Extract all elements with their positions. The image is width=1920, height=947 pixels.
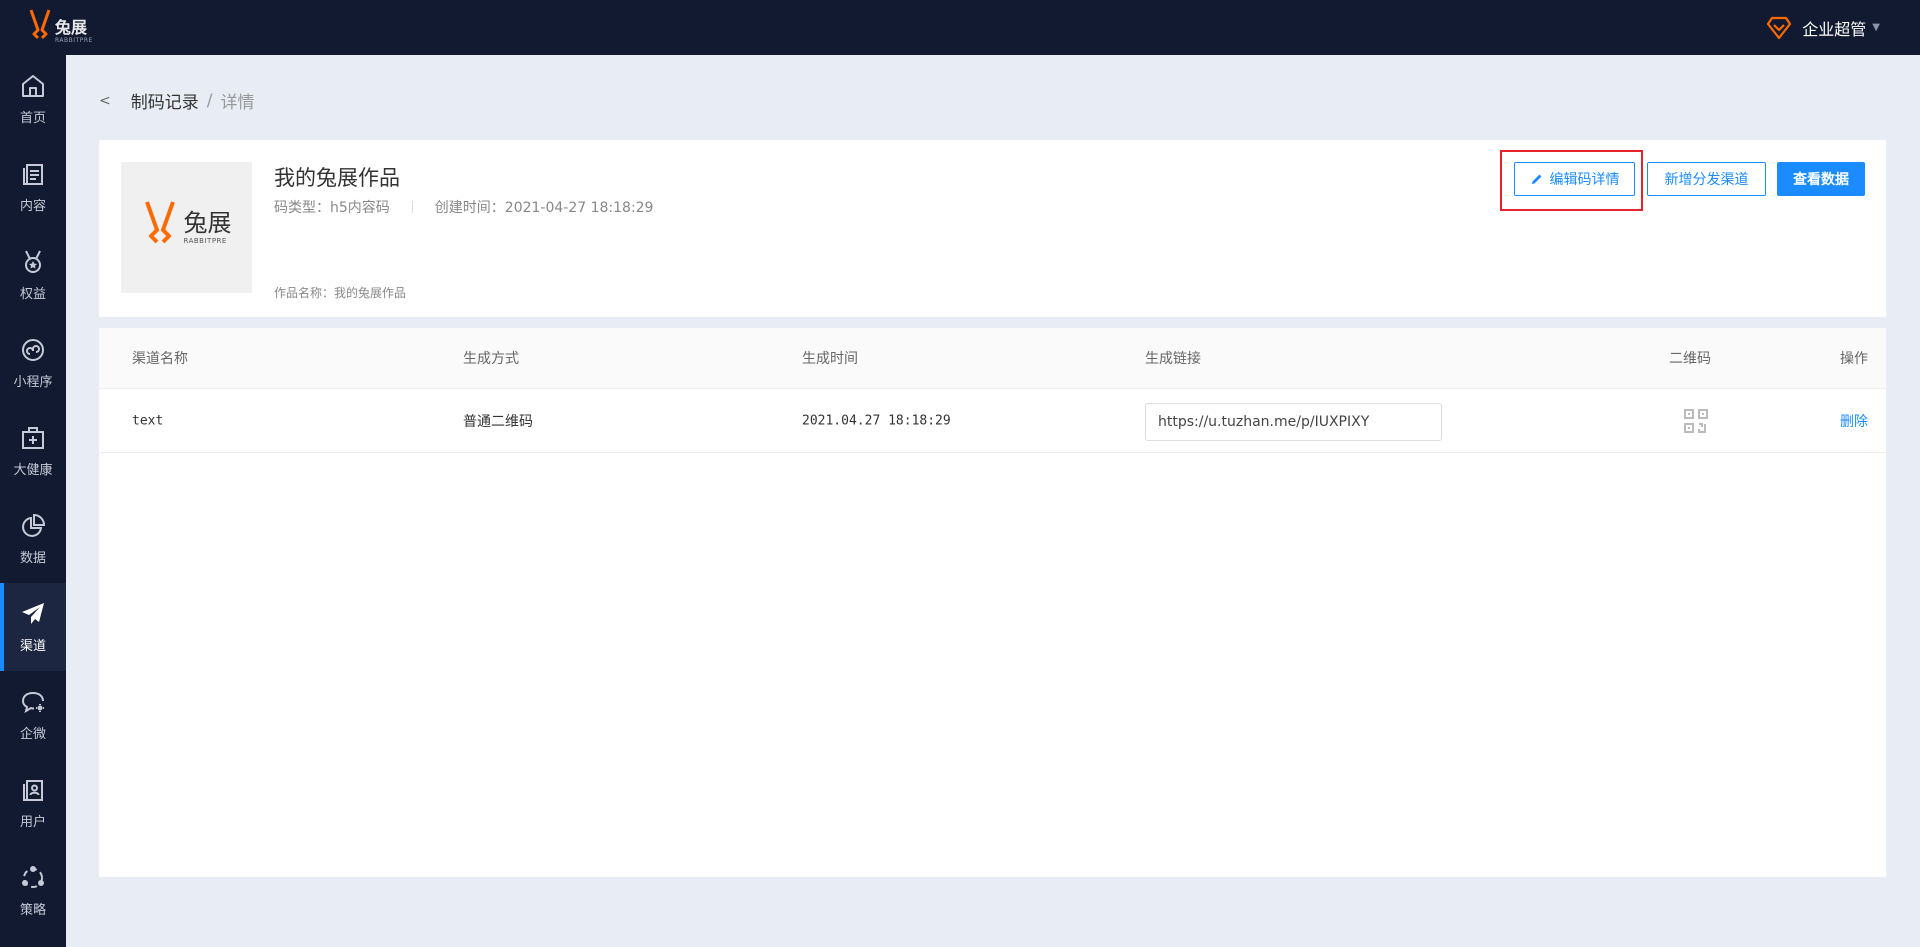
code-type: 码类型：h5内容码 <box>274 200 390 216</box>
work-thumbnail: 兔展 RABBITPRE <box>121 162 252 293</box>
back-chevron-icon[interactable]: < <box>99 93 111 109</box>
top-bar: 兔展 RABBITPRE 企业超管 ▼ <box>0 0 1920 55</box>
table-row: text 普通二维码 2021.04.27 18:18:29 删除 <box>99 389 1886 453</box>
sidebar-item-rights[interactable]: 权益 <box>0 231 66 319</box>
sidebar-item-label: 用户 <box>19 814 46 830</box>
logo-subtext: RABBITPRE <box>55 36 93 44</box>
channel-table: 渠道名称 生成方式 生成时间 生成链接 二维码 操作 text 普通二维码 20… <box>99 328 1886 877</box>
generation-method: 普通二维码 <box>463 413 533 430</box>
sidebar-item-users[interactable]: 用户 <box>0 759 66 847</box>
generation-time: 2021.04.27 18:18:29 <box>802 413 951 428</box>
medal-icon <box>25 250 41 273</box>
sidebar-item-label: 小程序 <box>13 374 53 390</box>
code-info-card: 兔展 RABBITPRE 我的兔展作品 码类型：h5内容码 创建时间：2021-… <box>99 140 1886 317</box>
logo-text: 兔展 <box>55 17 88 37</box>
medical-kit-icon <box>22 426 44 449</box>
view-data-label: 查看数据 <box>1793 172 1849 188</box>
channel-name: text <box>132 413 164 428</box>
strategy-icon <box>22 865 44 888</box>
add-channel-button[interactable]: 新增分发渠道 <box>1647 162 1766 196</box>
breadcrumb: < 制码记录 / 详情 <box>99 88 255 114</box>
sidebar-item-label: 权益 <box>19 286 46 302</box>
sidebar-item-channel[interactable]: 渠道 <box>0 583 66 671</box>
sidebar-item-wecom[interactable]: 企微 <box>0 671 66 759</box>
miniprogram-icon <box>22 338 44 361</box>
rabbit-logo-icon <box>144 200 175 243</box>
sidebar: 首页 内容 权益 小程序 大健康 数据 渠道 企微 用户 策略 <box>0 55 66 947</box>
sidebar-item-home[interactable]: 首页 <box>0 55 66 143</box>
work-name: 作品名称：我的兔展作品 <box>274 286 407 300</box>
column-header: 二维码 <box>1669 351 1711 367</box>
column-header: 生成链接 <box>1145 351 1201 367</box>
column-header: 操作 <box>1840 351 1868 367</box>
add-channel-label: 新增分发渠道 <box>1664 172 1749 188</box>
chat-icon <box>21 691 44 713</box>
sidebar-item-label: 数据 <box>19 550 46 566</box>
user-name: 企业超管 <box>1802 19 1867 39</box>
pencil-icon <box>1531 174 1541 184</box>
sidebar-item-miniprogram[interactable]: 小程序 <box>0 319 66 407</box>
column-header: 生成时间 <box>802 351 858 367</box>
sidebar-item-label: 首页 <box>19 110 46 126</box>
edit-code-details-label: 编辑码详情 <box>1549 172 1620 188</box>
sidebar-item-label: 渠道 <box>19 638 46 654</box>
sidebar-item-label: 大健康 <box>13 462 53 478</box>
home-icon <box>22 74 44 97</box>
user-card-icon <box>23 779 43 801</box>
sidebar-item-content[interactable]: 内容 <box>0 143 66 231</box>
column-header: 渠道名称 <box>132 351 188 367</box>
column-header: 生成方式 <box>463 351 519 367</box>
table-header: 渠道名称 生成方式 生成时间 生成链接 二维码 操作 <box>99 328 1886 389</box>
document-icon <box>23 163 43 185</box>
paper-plane-icon <box>22 602 44 624</box>
view-data-button[interactable]: 查看数据 <box>1777 162 1865 196</box>
caret-down-icon: ▼ <box>1872 22 1880 33</box>
work-title: 我的兔展作品 <box>274 166 400 190</box>
pie-chart-icon <box>22 513 46 537</box>
rabbit-logo-icon <box>29 9 51 39</box>
created-time: 创建时间：2021-04-27 18:18:29 <box>434 200 654 216</box>
sidebar-item-label: 企微 <box>19 726 46 742</box>
main-content: < 制码记录 / 详情 兔展 RABBITPRE 我的兔展作品 码类型：h5内容… <box>66 55 1920 947</box>
generated-link-input[interactable] <box>1145 403 1442 441</box>
logo[interactable]: 兔展 RABBITPRE <box>28 5 93 50</box>
delete-link[interactable]: 删除 <box>1840 411 1868 431</box>
meta-divider <box>411 201 413 213</box>
breadcrumb-separator: / <box>206 90 213 111</box>
qr-code-icon[interactable] <box>1683 408 1709 434</box>
diamond-icon <box>1767 16 1792 39</box>
edit-code-details-button[interactable]: 编辑码详情 <box>1514 162 1635 196</box>
sidebar-item-data[interactable]: 数据 <box>0 495 66 583</box>
thumb-logo-subtext: RABBITPRE <box>183 236 227 245</box>
sidebar-item-strategy[interactable]: 策略 <box>0 847 66 935</box>
code-meta: 码类型：h5内容码 创建时间：2021-04-27 18:18:29 <box>274 197 653 217</box>
breadcrumb-parent[interactable]: 制码记录 <box>131 88 199 113</box>
user-menu[interactable]: 企业超管 ▼ <box>1766 16 1880 40</box>
sidebar-item-label: 策略 <box>19 902 46 918</box>
thumb-logo-text: 兔展 <box>183 208 232 237</box>
sidebar-item-health[interactable]: 大健康 <box>0 407 66 495</box>
sidebar-item-label: 内容 <box>19 198 46 214</box>
breadcrumb-current: 详情 <box>220 93 255 113</box>
